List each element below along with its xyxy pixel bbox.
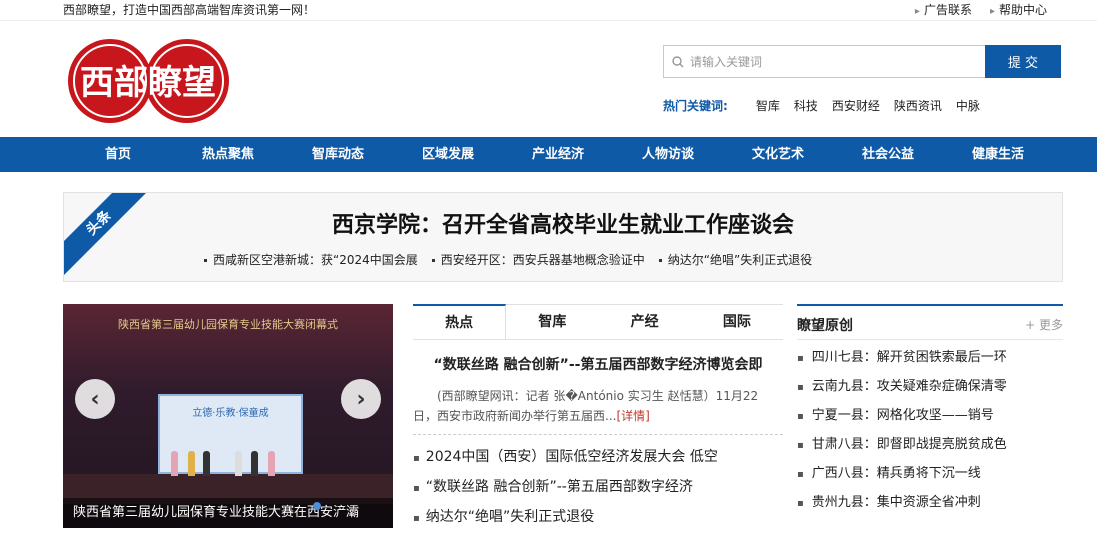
bullet-icon xyxy=(204,259,207,262)
nav-item-health[interactable]: 健康生活 xyxy=(943,137,1053,172)
tab-international[interactable]: 国际 xyxy=(691,305,783,339)
news-tabs: 热点 智库 产经 国际 “数联丝路 融合创新”--第五届西部数字经济博览会即 (… xyxy=(413,304,783,533)
nav-item-thinktank[interactable]: 智库动态 xyxy=(283,137,393,172)
hot-keyword[interactable]: 科技 xyxy=(794,97,818,114)
slider-prev-button[interactable]: ‹ xyxy=(75,379,115,419)
headline-sub-link[interactable]: 西咸新区空港新城：获“2024中国会展 xyxy=(204,251,418,268)
original-header: 瞭望原创 + 更多 xyxy=(797,304,1063,340)
nav-item-industry[interactable]: 产业经济 xyxy=(503,137,613,172)
nav-item-hotspot[interactable]: 热点聚焦 xyxy=(173,137,283,172)
tab-row: 热点 智库 产经 国际 xyxy=(413,304,783,340)
tab-news-list: 2024中国（西安）国际低空经济发展大会 低空 “数联丝路 融合创新”--第五届… xyxy=(413,443,783,533)
headline-subs: 西咸新区空港新城：获“2024中国会展 西安经开区：西安兵器基地概念验证中 纳达… xyxy=(204,251,812,268)
tab-industry[interactable]: 产经 xyxy=(599,305,691,339)
bullet-icon xyxy=(431,259,435,262)
hot-keywords-label: 热门关键词: xyxy=(663,99,728,113)
list-item[interactable]: 云南九县：攻关疑难杂症确保清零 xyxy=(797,373,1063,402)
hot-keyword[interactable]: 西安财经 xyxy=(832,97,880,114)
bullet-icon xyxy=(658,259,662,262)
headline-box: 头条 西京学院：召开全省高校毕业生就业工作座谈会 西咸新区空港新城：获“2024… xyxy=(63,192,1063,282)
person-figure xyxy=(251,451,258,476)
list-item[interactable]: 四川七县：解开贫困铁索最后一环 xyxy=(797,344,1063,373)
search-icon xyxy=(672,55,684,67)
nav-item-culture[interactable]: 文化艺术 xyxy=(723,137,833,172)
person-figure xyxy=(268,451,275,476)
hot-keywords: 热门关键词: 智库 科技 西安财经 陕西资讯 中脉 xyxy=(663,97,980,114)
nav-item-home[interactable]: 首页 xyxy=(63,137,173,172)
ad-contact-link[interactable]: ▸ 广告联系 xyxy=(915,0,972,22)
original-list: 四川七县：解开贫困铁索最后一环 云南九县：攻关疑难杂症确保清零 宁夏一县：网格化… xyxy=(797,344,1063,518)
hot-keyword[interactable]: 中脉 xyxy=(956,97,980,114)
headline-sub-link[interactable]: 纳达尔“绝唱”失利正式退役 xyxy=(658,251,812,268)
person-figure xyxy=(235,451,242,476)
top-links: ▸ 广告联系 ▸ 帮助中心 xyxy=(915,0,1047,22)
search-submit-button[interactable]: 提 交 xyxy=(985,45,1061,78)
slider-dot[interactable] xyxy=(313,502,321,510)
slider-caption[interactable]: 陕西省第三届幼儿园保育专业技能大赛在西安浐灞 xyxy=(63,498,393,528)
search-placeholder: 请输入关键词 xyxy=(690,55,763,69)
hot-keyword[interactable]: 智库 xyxy=(756,97,780,114)
arrow-icon: ▸ xyxy=(989,6,995,17)
list-item[interactable]: 纳达尔“绝唱”失利正式退役 xyxy=(413,503,783,533)
original-title: 瞭望原创 xyxy=(797,318,853,334)
featured-summary: (西部瞭望网讯：记者 张�António 实习生 赵恬慧）11月22日，西安市政… xyxy=(413,389,759,423)
person-figure xyxy=(171,451,178,476)
list-item[interactable]: 甘肃八县：即督即战提亮脱贫成色 xyxy=(797,431,1063,460)
header: 西部瞭望 请输入关键词 提 交 热门关键词: 智库 科技 西安财经 陕西资讯 中… xyxy=(0,20,1097,137)
nav-item-welfare[interactable]: 社会公益 xyxy=(833,137,943,172)
top-bar: 西部瞭望，打造中国西部高端智库资讯第一网！ ▸ 广告联系 ▸ 帮助中心 xyxy=(0,0,1097,20)
divider xyxy=(413,434,783,435)
stage-screen-text: 立德·乐教·保童成 xyxy=(192,408,269,419)
nav-item-region[interactable]: 区域发展 xyxy=(393,137,503,172)
search-bar: 请输入关键词 提 交 xyxy=(663,45,1061,78)
headline-title[interactable]: 西京学院：召开全省高校毕业生就业工作座谈会 xyxy=(64,207,1062,239)
nav-item-interview[interactable]: 人物访谈 xyxy=(613,137,723,172)
logo-text: 西部瞭望 xyxy=(80,63,216,103)
person-figure xyxy=(188,451,195,476)
detail-link[interactable]: [详情] xyxy=(616,409,649,423)
tab-thinktank[interactable]: 智库 xyxy=(506,305,598,339)
help-center-link[interactable]: ▸ 帮助中心 xyxy=(990,0,1047,22)
hot-keyword[interactable]: 陕西资讯 xyxy=(894,97,942,114)
site-logo[interactable]: 西部瞭望 xyxy=(66,37,231,125)
list-item[interactable]: “数联丝路 融合创新”--第五届西部数字经济 xyxy=(413,473,783,503)
list-item[interactable]: 广西八县：精兵勇将下沉一线 xyxy=(797,460,1063,489)
original-column: 瞭望原创 + 更多 四川七县：解开贫困铁索最后一环 云南九县：攻关疑难杂症确保清… xyxy=(797,304,1063,518)
image-slider[interactable]: 陕西省第三届幼儿园保育专业技能大赛闭幕式 立德·乐教·保童成 ‹ › 陕西省第三… xyxy=(63,304,393,528)
arrow-icon: ▸ xyxy=(914,6,920,17)
headline-sub-link[interactable]: 西安经开区：西安兵器基地概念验证中 xyxy=(431,251,645,268)
tab-hot[interactable]: 热点 xyxy=(413,304,507,339)
site-slogan: 西部瞭望，打造中国西部高端智库资讯第一网！ xyxy=(63,3,316,17)
more-link[interactable]: + 更多 xyxy=(1025,316,1063,333)
slider-next-button[interactable]: › xyxy=(341,379,381,419)
list-item[interactable]: 贵州九县：集中资源全省冲刺 xyxy=(797,489,1063,518)
slider-dots xyxy=(313,502,321,510)
list-item[interactable]: 宁夏一县：网格化攻坚——销号 xyxy=(797,402,1063,431)
search-input[interactable]: 请输入关键词 xyxy=(663,45,985,78)
slider-stage-screen: 立德·乐教·保童成 xyxy=(158,394,303,474)
featured-title[interactable]: “数联丝路 融合创新”--第五届西部数字经济博览会即 xyxy=(413,340,783,374)
main-nav: 首页 热点聚焦 智库动态 区域发展 产业经济 人物访谈 文化艺术 社会公益 健康… xyxy=(0,137,1097,172)
person-figure xyxy=(203,451,210,476)
list-item[interactable]: 2024中国（西安）国际低空经济发展大会 低空 xyxy=(413,443,783,473)
slider-stage-banner: 陕西省第三届幼儿园保育专业技能大赛闭幕式 xyxy=(118,318,338,331)
